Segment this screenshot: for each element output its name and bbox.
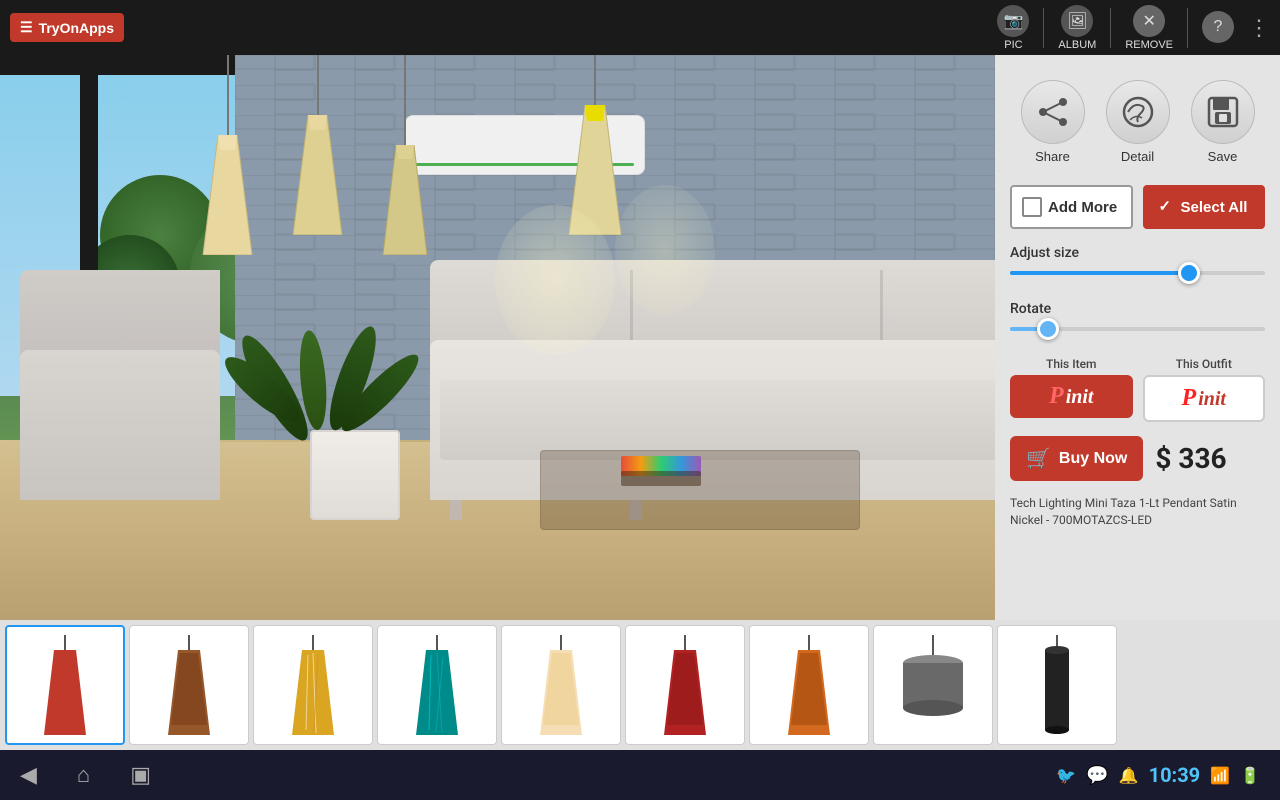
plant (310, 430, 400, 520)
status-bar: 🐦 💬 🔔 10:39 📶 🔋 (1056, 763, 1260, 787)
recents-button[interactable]: ▣ (130, 762, 151, 788)
select-all-label: Select All (1181, 199, 1248, 216)
chat-icon: 💬 (1086, 765, 1108, 786)
size-slider-track (1010, 271, 1265, 275)
save-icon (1191, 80, 1255, 144)
add-more-checkbox (1022, 197, 1042, 217)
right-panel: Share Detail Save (995, 55, 1280, 675)
save-button[interactable]: Save (1191, 80, 1255, 164)
album-label: ALBUM (1058, 39, 1096, 51)
selection-buttons-row: Add More Select All (1010, 185, 1265, 229)
wifi-icon: 📶 (1210, 766, 1230, 785)
select-all-button[interactable]: Select All (1143, 185, 1266, 229)
share-icon (1021, 80, 1085, 144)
pinit-this-outfit-text: Pinit (1182, 385, 1226, 412)
share-label: Share (1035, 149, 1070, 164)
twitter-icon: 🐦 (1056, 766, 1076, 785)
rotate-label: Rotate (1010, 301, 1265, 317)
notification-icon: 🔔 (1119, 766, 1139, 785)
this-outfit-col: This Outfit Pinit (1143, 357, 1266, 422)
pinit-this-item-button[interactable]: Pinit (1010, 375, 1133, 418)
cart-icon: 🛒 (1026, 446, 1051, 471)
pic-label: PIC (1004, 39, 1022, 51)
buy-now-label: Buy Now (1059, 450, 1127, 468)
pinit-this-outfit-button[interactable]: Pinit (1143, 375, 1266, 422)
product-description: Tech Lighting Mini Taza 1-Lt Pendant Sat… (1010, 495, 1265, 529)
pinit-row: This Item Pinit This Outfit Pinit (1010, 357, 1265, 422)
main-scene (0, 55, 995, 620)
thumbnail-item[interactable] (749, 625, 869, 745)
thumbnail-item[interactable] (129, 625, 249, 745)
adjust-size-slider[interactable] (1010, 261, 1265, 285)
home-button[interactable]: ⌂ (77, 762, 90, 788)
back-button[interactable]: ◀ (20, 762, 37, 788)
more-options-button[interactable]: ⋮ (1248, 15, 1270, 41)
price-display: $ 336 (1155, 442, 1226, 475)
remove-button[interactable]: ✕ REMOVE (1125, 5, 1173, 51)
this-item-label: This Item (1046, 357, 1096, 371)
separator (1043, 8, 1044, 48)
menu-button[interactable]: ☰ TryOnApps (10, 13, 124, 42)
detail-label: Detail (1121, 149, 1154, 164)
rotate-slider[interactable] (1010, 317, 1265, 341)
add-more-button[interactable]: Add More (1010, 185, 1133, 229)
separator3 (1187, 8, 1188, 48)
help-icon: ? (1202, 11, 1234, 43)
rotate-slider-track (1010, 327, 1265, 331)
bottom-thumbnail-bar (0, 620, 1280, 750)
nav-bar: ◀ ⌂ ▣ 🐦 💬 🔔 10:39 📶 🔋 (0, 750, 1280, 800)
share-button[interactable]: Share (1021, 80, 1085, 164)
remove-icon: ✕ (1133, 5, 1165, 37)
album-icon: 🖼 (1061, 5, 1093, 37)
thumbnail-item[interactable] (873, 625, 993, 745)
thumbnail-item[interactable] (253, 625, 373, 745)
coffee-table (540, 450, 860, 530)
add-more-label: Add More (1048, 199, 1117, 216)
rotate-section: Rotate (1010, 297, 1265, 341)
adjust-size-section: Adjust size (1010, 241, 1265, 285)
top-bar: ☰ TryOnApps 📷 PIC 🖼 ALBUM ✕ REMOVE ? ⋮ (0, 0, 1280, 55)
hamburger-icon: ☰ (20, 19, 33, 36)
thumbnail-item[interactable] (997, 625, 1117, 745)
detail-button[interactable]: Detail (1106, 80, 1170, 164)
thumbnail-item[interactable] (5, 625, 125, 745)
adjust-size-label: Adjust size (1010, 245, 1265, 261)
remove-label: REMOVE (1125, 39, 1173, 51)
this-item-col: This Item Pinit (1010, 357, 1133, 422)
camera-icon: 📷 (997, 5, 1029, 37)
separator2 (1110, 8, 1111, 48)
battery-icon: 🔋 (1240, 766, 1260, 785)
clock: 10:39 (1149, 763, 1201, 787)
pinit-this-item-text: Pinit (1049, 383, 1093, 410)
this-outfit-label: This Outfit (1176, 357, 1232, 371)
thumbnail-item[interactable] (377, 625, 497, 745)
chair (0, 250, 250, 500)
size-slider-thumb[interactable] (1178, 262, 1200, 284)
pic-button[interactable]: 📷 PIC (997, 5, 1029, 51)
buy-now-button[interactable]: 🛒 Buy Now (1010, 436, 1143, 481)
detail-icon (1106, 80, 1170, 144)
thumbnail-item[interactable] (501, 625, 621, 745)
thumbnail-item[interactable] (625, 625, 745, 745)
buy-now-row: 🛒 Buy Now $ 336 (1010, 436, 1265, 481)
app-name: TryOnApps (39, 20, 114, 36)
save-label: Save (1208, 149, 1238, 164)
select-all-checkbox (1155, 197, 1175, 217)
help-button[interactable]: ? (1202, 11, 1234, 45)
panel-actions-row: Share Detail Save (1010, 70, 1265, 169)
album-button[interactable]: 🖼 ALBUM (1058, 5, 1096, 51)
size-slider-fill (1010, 271, 1189, 275)
rotate-slider-thumb[interactable] (1037, 318, 1059, 340)
